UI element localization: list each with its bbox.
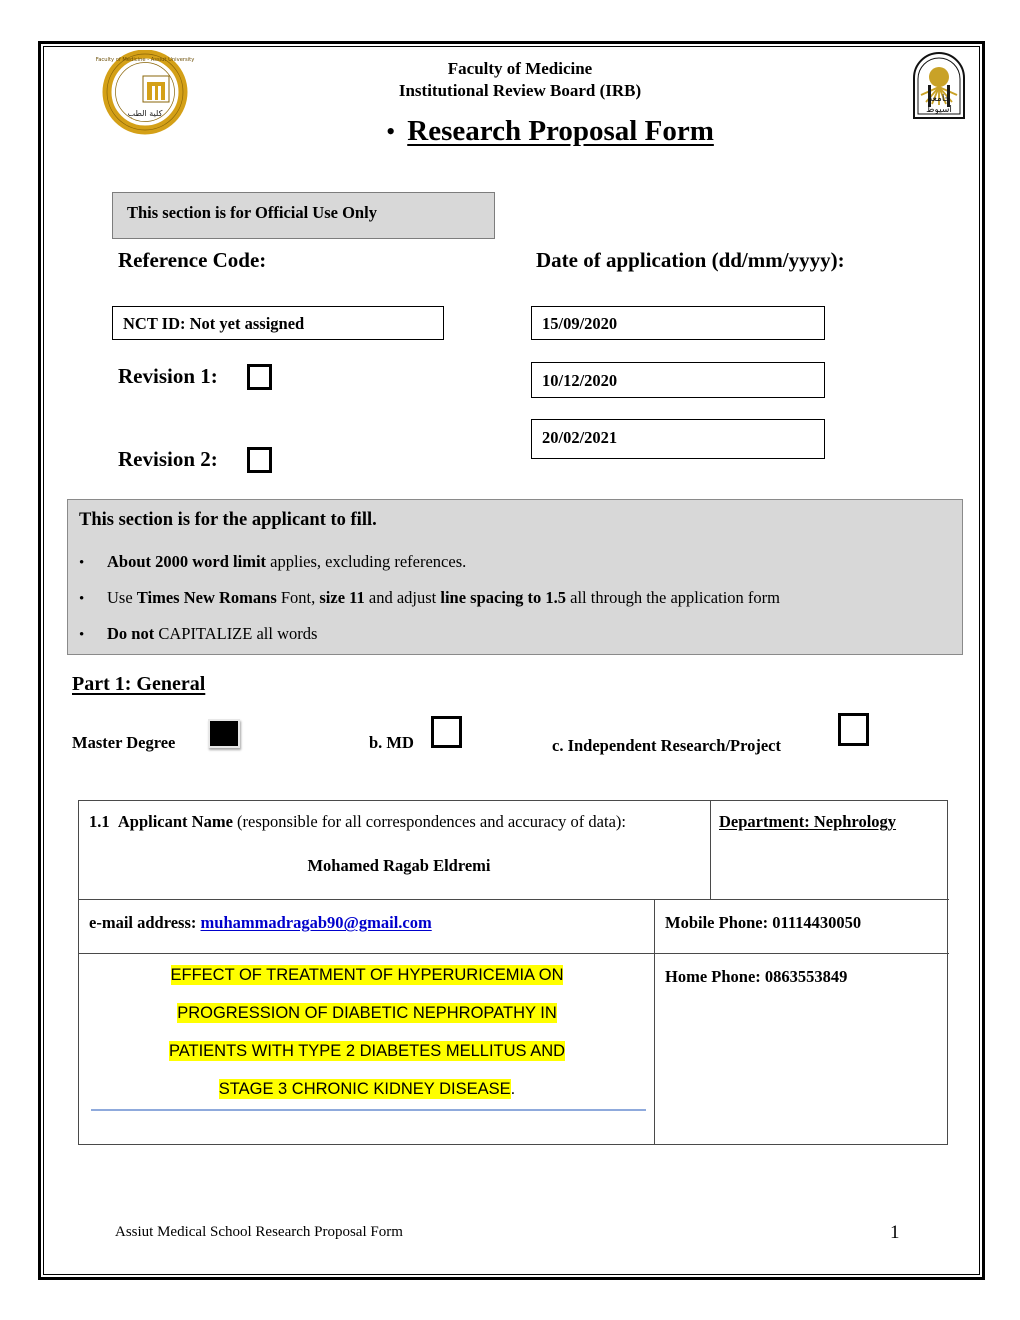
faculty-of-medicine-assiut-logo: كلية الطب Faculty of Medicine - Assiut U… — [95, 49, 195, 135]
date-value-3: 20/02/2021 — [542, 428, 618, 447]
mobile-phone-value: Mobile Phone: 01114430050 — [665, 913, 862, 932]
instruction-2-mid-1: Font, — [276, 588, 320, 607]
study-title-line-3: PATIENTS WITH TYPE 2 DIABETES MELLITUS A… — [168, 1041, 566, 1061]
home-phone-value: Home Phone: 0863553849 — [665, 967, 848, 986]
instruction-2-bold-spacing: line spacing to 1.5 — [440, 588, 566, 607]
instruction-item-2: • Use Times New Romans Font, size 11 and … — [79, 588, 949, 608]
degree-option-md-label: b. MD — [369, 733, 414, 752]
applicant-details-table: 1.1 Applicant Name (responsible for all … — [78, 800, 949, 1145]
title-bullet-icon: • — [386, 116, 396, 146]
study-title-block: EFFECT OF TREATMENT OF HYPERURICEMIA ON … — [97, 956, 637, 1108]
instruction-2-bold-font: Times New Romans — [136, 588, 277, 607]
date-field-1[interactable]: 15/09/2020 — [531, 306, 825, 340]
revision-2-label: Revision 2: — [118, 447, 218, 471]
email-label: e-mail address: — [89, 913, 197, 932]
date-value-2: 10/12/2020 — [542, 371, 618, 390]
instruction-item-3: • Do not CAPITALIZE all words — [79, 624, 949, 644]
date-field-2[interactable]: 10/12/2020 — [531, 362, 825, 398]
bullet-icon: • — [79, 627, 85, 643]
nct-id-value: NCT ID: Not yet assigned — [123, 314, 305, 333]
study-title-underline-rule — [91, 1109, 646, 1111]
footer-text: Assiut Medical School Research Proposal … — [115, 1224, 403, 1240]
instruction-3-bold: Do not — [107, 624, 155, 643]
bullet-icon: • — [79, 591, 85, 607]
degree-option-independent-label: c. Independent Research/Project — [552, 736, 781, 755]
applicant-instructions-panel: This section is for the applicant to fil… — [67, 499, 963, 655]
document-title-row: • Research Proposal Form — [240, 115, 860, 148]
official-use-banner: This section is for Official Use Only — [112, 192, 495, 239]
svg-text:كلية الطب: كلية الطب — [128, 109, 163, 118]
table-row-divider-2 — [79, 953, 949, 954]
applicant-name-note: (responsible for all correspondences and… — [232, 812, 626, 831]
study-title-period: . — [510, 1080, 516, 1098]
bullet-icon: • — [79, 555, 85, 571]
instruction-item-1: • About 2000 word limit applies, excludin… — [79, 552, 949, 572]
instruction-2-pre: Use — [107, 588, 137, 607]
degree-option-md-checkbox[interactable] — [431, 716, 462, 748]
instruction-3-rest: CAPITALIZE all words — [154, 624, 318, 643]
nct-id-field[interactable]: NCT ID: Not yet assigned — [112, 306, 444, 340]
degree-option-independent-checkbox[interactable] — [838, 713, 869, 746]
table-column-divider-rows23 — [654, 899, 655, 1144]
page-number: 1 — [890, 1222, 900, 1243]
instruction-2-rest: all through the application form — [566, 588, 780, 607]
svg-text:جامعة: جامعة — [928, 94, 950, 104]
instruction-1-rest: applies, excluding references. — [266, 552, 467, 571]
instruction-2-mid-2: and adjust — [364, 588, 441, 607]
study-title-line-2: PROGRESSION OF DIABETIC NEPHROPATHY IN — [177, 1003, 557, 1023]
instruction-1-bold: About 2000 word limit — [107, 552, 267, 571]
header-faculty-line: Faculty of Medicine — [447, 59, 593, 78]
svg-text:Faculty of Medicine - Assiut U: Faculty of Medicine - Assiut University — [96, 57, 195, 63]
table-row-divider-1 — [79, 899, 949, 900]
table-column-divider-row1 — [710, 801, 711, 899]
degree-option-master-checkbox[interactable] — [208, 719, 240, 748]
svg-text:اسيوط: اسيوط — [926, 105, 952, 115]
instruction-2-bold-size: size 11 — [319, 588, 365, 607]
page-title: Research Proposal Form — [407, 115, 714, 147]
reference-code-label: Reference Code: — [118, 248, 267, 272]
part-1-heading: Part 1: General — [72, 673, 206, 695]
header-irb-line: Institutional Review Board (IRB) — [398, 81, 642, 100]
applicant-name-value: Mohamed Ragab Eldremi — [307, 856, 491, 875]
study-title-line-4: STAGE 3 CHRONIC KIDNEY DISEASE — [218, 1079, 511, 1099]
degree-option-master-label: Master Degree — [72, 733, 176, 752]
department-value: Department: Nephrology — [719, 812, 897, 831]
revision-2-checkbox[interactable] — [247, 447, 272, 473]
applicant-instructions-heading: This section is for the applicant to fil… — [79, 510, 377, 530]
row-number: 1.1 — [89, 812, 110, 831]
header-institution-block: Faculty of Medicine Institutional Review… — [240, 58, 800, 102]
email-row: e-mail address: muhammadragab90@gmail.co… — [89, 913, 432, 933]
date-of-application-label: Date of application (dd/mm/yyyy): — [536, 248, 845, 272]
email-link[interactable]: muhammadragab90@gmail.com — [201, 913, 432, 932]
assiut-university-logo: جامعة اسيوط — [908, 52, 970, 120]
study-title-line-1: EFFECT OF TREATMENT OF HYPERURICEMIA ON — [170, 965, 564, 985]
official-use-label: This section is for Official Use Only — [127, 203, 377, 222]
applicant-name-bold: Applicant Name — [117, 812, 233, 831]
revision-1-checkbox[interactable] — [247, 364, 272, 390]
date-field-3[interactable]: 20/02/2021 — [531, 419, 825, 459]
date-value-1: 15/09/2020 — [542, 314, 618, 333]
applicant-name-label: 1.1 Applicant Name (responsible for all … — [89, 812, 709, 832]
revision-1-label: Revision 1: — [118, 364, 218, 388]
